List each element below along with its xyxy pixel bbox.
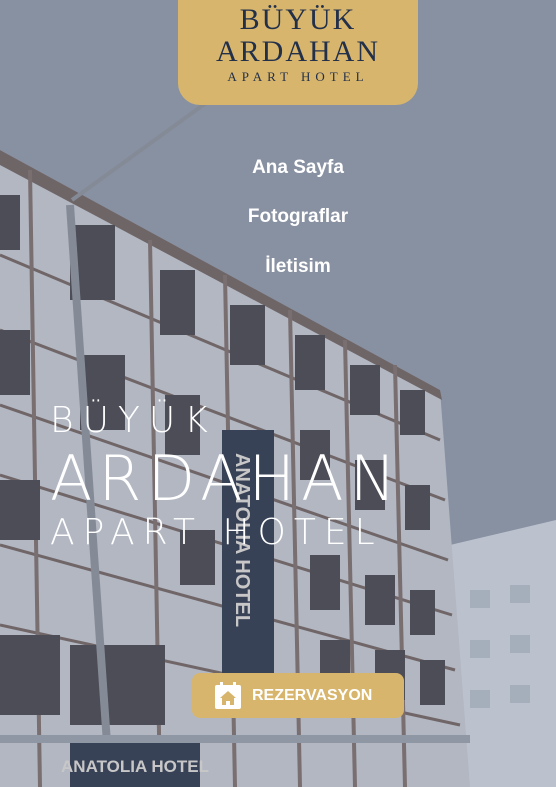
calendar-house-icon: [215, 681, 241, 709]
nav-item-ana-sayfa[interactable]: Ana Sayfa: [0, 157, 556, 179]
hero-title-line3: APART HOTEL: [50, 512, 383, 553]
reservation-button[interactable]: REZERVASYON: [192, 673, 404, 718]
nav-item-iletisim[interactable]: İletisim: [0, 256, 556, 278]
logo-line2: ARDAHAN: [216, 35, 380, 68]
site-logo[interactable]: BÜYÜK ARDAHAN APART HOTEL: [178, 0, 418, 105]
hero-title-line1: BÜYÜK: [50, 400, 217, 441]
reservation-label: REZERVASYON: [252, 686, 373, 704]
logo-line3: APART HOTEL: [227, 69, 369, 84]
hero-background: ANATOLIA HOTEL ANATOLIA HOTEL: [0, 0, 556, 787]
hero-title-line2: ARDAHAN: [50, 442, 402, 515]
logo-line1: BÜYÜK: [239, 3, 357, 36]
nav-item-fotograflar[interactable]: Fotograflar: [0, 206, 556, 228]
dark-overlay: [0, 0, 556, 787]
